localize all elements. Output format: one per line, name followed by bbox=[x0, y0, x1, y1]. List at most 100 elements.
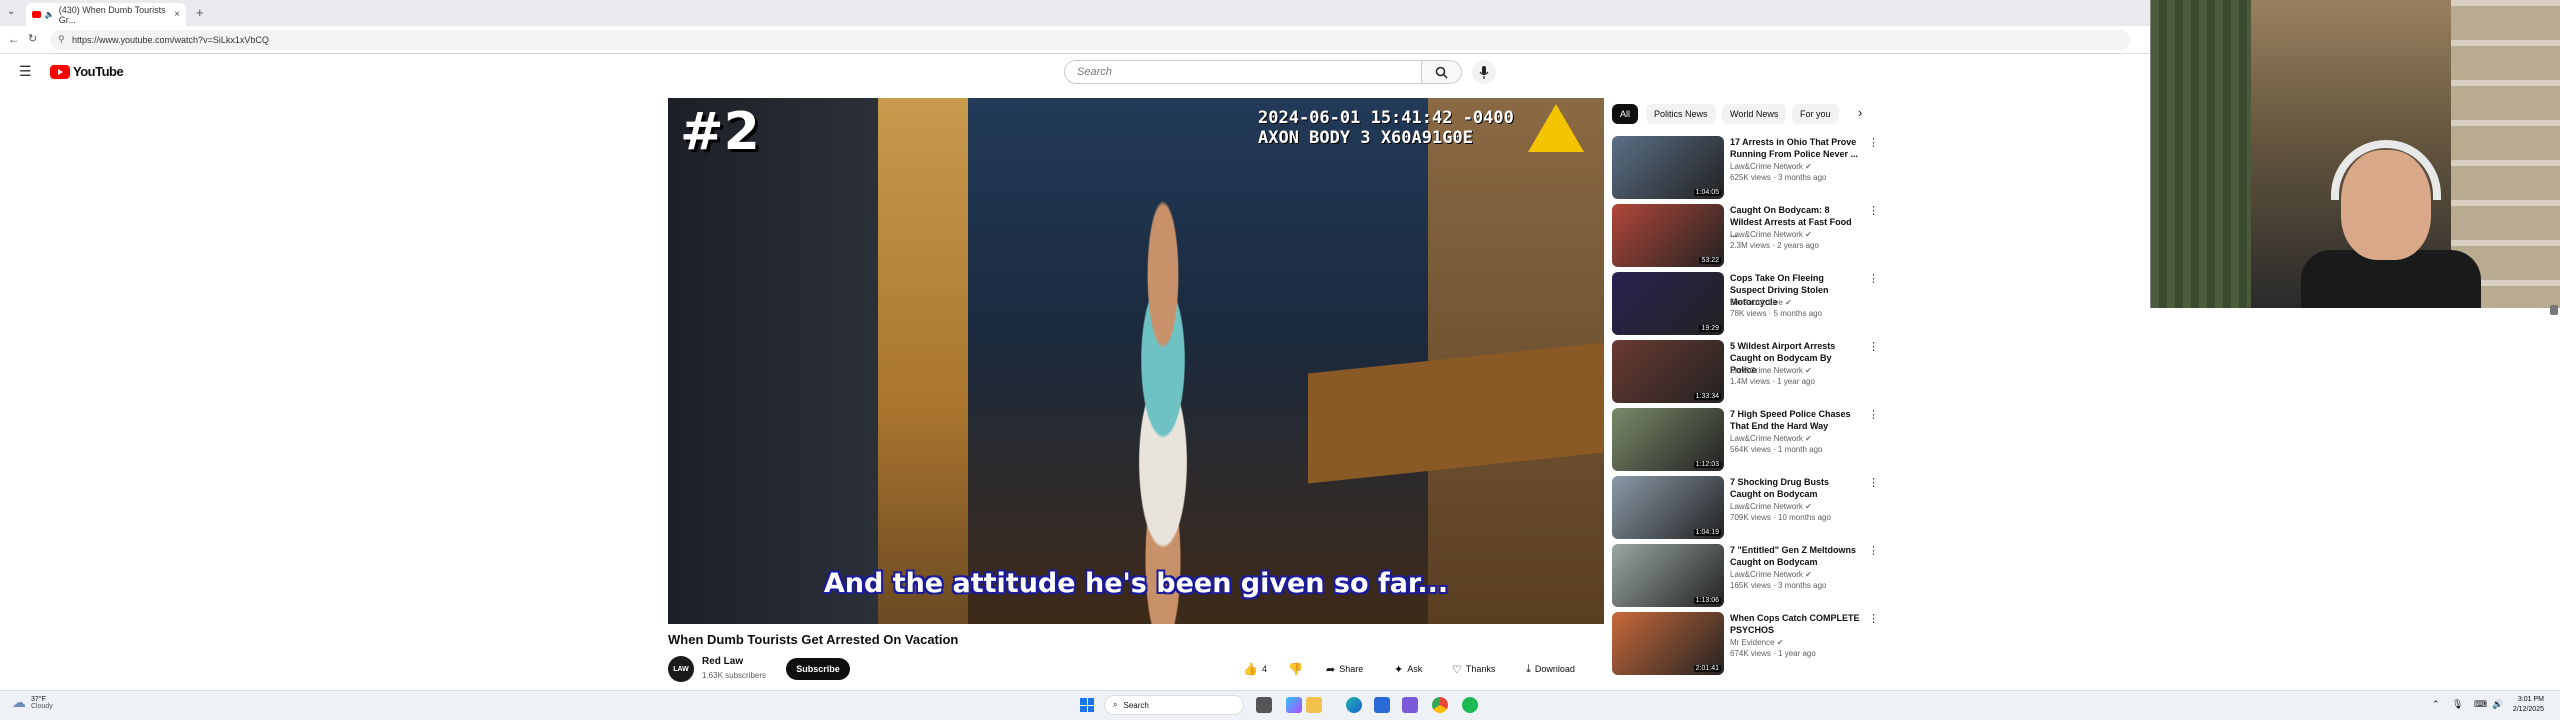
recommendation-item[interactable]: 1:12:03 7 High Speed Police Chases That E… bbox=[1612, 408, 1882, 472]
recommendation-thumbnail[interactable]: 1:12:03 bbox=[1612, 408, 1724, 471]
tab-list-chevron-icon[interactable]: ⌄ bbox=[7, 6, 15, 17]
recommendation-channel[interactable]: Law&Crime Network ✔ bbox=[1730, 570, 1812, 579]
thumbs-down-icon: 👎 bbox=[1288, 662, 1303, 676]
video-duration: 19:29 bbox=[1699, 325, 1721, 332]
recommendation-title[interactable]: 7 "Entitled" Gen Z Meltdowns Caught on B… bbox=[1730, 544, 1860, 568]
hamburger-menu-icon[interactable]: ☰ bbox=[19, 63, 32, 80]
recommendation-channel[interactable]: Law&Crime Network ✔ bbox=[1730, 230, 1812, 239]
recommendation-thumbnail[interactable]: 1:13:06 bbox=[1612, 544, 1724, 607]
weather-widget[interactable]: ☁ 37°F Cloudy bbox=[12, 694, 53, 711]
recommendation-thumbnail[interactable]: 2:01:41 bbox=[1612, 612, 1724, 675]
network-icon[interactable]: ⌨ bbox=[2474, 699, 2487, 710]
recommendation-item[interactable]: 19:29 Cops Take On Fleeing Suspect Drivin… bbox=[1612, 272, 1882, 336]
recommendation-thumbnail[interactable]: 1:04:19 bbox=[1612, 476, 1724, 539]
dislike-button[interactable]: 👎 bbox=[1288, 658, 1303, 680]
recommendation-item[interactable]: 2:01:41 When Cops Catch COMPLETE PSYCHOS M… bbox=[1612, 612, 1882, 676]
chrome-icon[interactable] bbox=[1432, 697, 1448, 713]
task-view-icon[interactable] bbox=[1256, 697, 1272, 713]
recommendation-title[interactable]: 17 Arrests in Ohio That Prove Running Fr… bbox=[1730, 136, 1860, 160]
chips-next-chevron-icon[interactable]: › bbox=[1858, 105, 1862, 120]
youtube-logo[interactable]: YouTube bbox=[50, 64, 124, 79]
browser-tab-active[interactable]: 🔈 (430) When Dumb Tourists Gr... × bbox=[26, 3, 186, 26]
webcam-curtain bbox=[2151, 0, 2251, 308]
chip-world-news[interactable]: World News bbox=[1722, 104, 1787, 124]
app-icon[interactable] bbox=[1402, 697, 1418, 713]
more-options-icon[interactable]: ⋮ bbox=[1868, 408, 1879, 421]
subscriber-count: 1.63K subscribers bbox=[702, 671, 767, 680]
recommendation-item[interactable]: 1:04:05 17 Arrests in Ohio That Prove Run… bbox=[1612, 136, 1882, 200]
edge-browser-icon[interactable] bbox=[1346, 697, 1362, 713]
download-label: Download bbox=[1534, 664, 1575, 674]
new-tab-button[interactable]: + bbox=[196, 5, 204, 20]
channel-name[interactable]: Red Law bbox=[702, 656, 743, 667]
url-field[interactable]: ⚲ https://www.youtube.com/watch?v=SiLkx1… bbox=[50, 30, 2130, 50]
recommendation-channel[interactable]: On Patrol: Live ✔ bbox=[1730, 298, 1792, 307]
thumbs-up-icon: 👍 bbox=[1243, 662, 1258, 676]
volume-icon[interactable]: 🔊 bbox=[2492, 699, 2503, 710]
spotify-icon[interactable] bbox=[1462, 697, 1478, 713]
more-options-icon[interactable]: ⋮ bbox=[1868, 476, 1879, 489]
clock-time: 3:01 PM bbox=[2517, 696, 2544, 703]
download-button[interactable]: ⤓ Download bbox=[1526, 658, 1575, 680]
recommendation-channel[interactable]: Law&Crime Network ✔ bbox=[1730, 366, 1812, 375]
video-player[interactable]: #2 2024-06-01 15:41:42 -0400 AXON BODY 3… bbox=[668, 98, 1604, 624]
file-explorer-icon[interactable] bbox=[1306, 697, 1322, 713]
recommendation-title[interactable]: When Cops Catch COMPLETE PSYCHOS bbox=[1730, 612, 1860, 636]
recommendation-item[interactable]: 53:22 Caught On Bodycam: 8 Wildest Arrest… bbox=[1612, 204, 1882, 268]
recommendation-channel[interactable]: Law&Crime Network ✔ bbox=[1730, 434, 1812, 443]
recommendation-thumbnail[interactable]: 1:04:05 bbox=[1612, 136, 1724, 199]
more-options-icon[interactable]: ⋮ bbox=[1868, 136, 1879, 149]
mic-tray-icon[interactable]: 🎙 bbox=[2452, 699, 2463, 710]
more-options-icon[interactable]: ⋮ bbox=[1868, 204, 1879, 217]
more-options-icon[interactable]: ⋮ bbox=[1868, 340, 1879, 353]
site-info-icon[interactable]: ⚲ bbox=[58, 34, 65, 45]
weather-desc: Cloudy bbox=[31, 702, 53, 710]
chip-all[interactable]: All bbox=[1612, 104, 1639, 124]
voice-search-button[interactable] bbox=[1472, 60, 1496, 84]
chip-politics-news[interactable]: Politics News bbox=[1646, 104, 1716, 124]
ask-button[interactable]: ✦ Ask bbox=[1394, 658, 1422, 680]
taskbar-search-icon: ⌕ bbox=[1113, 700, 1118, 709]
search-input[interactable]: Search bbox=[1064, 60, 1422, 84]
more-options-icon[interactable]: ⋮ bbox=[1868, 272, 1879, 285]
clock[interactable]: 3:01 PM 2/12/2025 bbox=[2508, 695, 2544, 715]
video-duration: 1:33:34 bbox=[1693, 393, 1721, 400]
recommendation-thumbnail[interactable]: 1:33:34 bbox=[1612, 340, 1724, 403]
tray-chevron-icon[interactable]: ⌃ bbox=[2432, 699, 2440, 710]
bodycam-timestamp-line2: AXON BODY 3 X60A91G0E bbox=[1258, 128, 1473, 148]
like-button[interactable]: 👍 4 bbox=[1243, 658, 1267, 680]
share-button[interactable]: ➦ Share bbox=[1326, 658, 1363, 680]
search-button[interactable] bbox=[1422, 60, 1462, 84]
recommendation-item[interactable]: 1:13:06 7 "Entitled" Gen Z Meltdowns Caug… bbox=[1612, 544, 1882, 608]
page-scrollbar[interactable] bbox=[2550, 305, 2558, 315]
back-arrow-icon[interactable]: ← bbox=[8, 32, 20, 46]
recommendation-channel[interactable]: Mr Evidence ✔ bbox=[1730, 638, 1783, 647]
store-icon[interactable] bbox=[1374, 697, 1390, 713]
recommendation-thumbnail[interactable]: 19:29 bbox=[1612, 272, 1724, 335]
reload-icon[interactable]: ↻ bbox=[28, 32, 37, 45]
video-duration: 1:12:03 bbox=[1693, 461, 1721, 468]
windows-logo-icon bbox=[1080, 698, 1087, 705]
recommendation-title[interactable]: 7 Shocking Drug Busts Caught on Bodycam bbox=[1730, 476, 1860, 500]
recommendation-channel[interactable]: Law&Crime Network ✔ bbox=[1730, 162, 1812, 171]
recommendation-item[interactable]: 1:04:19 7 Shocking Drug Busts Caught on B… bbox=[1612, 476, 1882, 540]
taskbar-search-box[interactable]: ⌕ Search bbox=[1104, 695, 1244, 715]
copilot-icon[interactable] bbox=[1286, 697, 1302, 713]
taskbar-search-label: Search bbox=[1123, 700, 1149, 710]
chip-for-you[interactable]: For you bbox=[1792, 104, 1839, 124]
subscribe-button[interactable]: Subscribe bbox=[786, 658, 850, 680]
recommendation-item[interactable]: 1:33:34 5 Wildest Airport Arrests Caught … bbox=[1612, 340, 1882, 404]
recommendation-thumbnail[interactable]: 53:22 bbox=[1612, 204, 1724, 267]
recommendation-channel[interactable]: Law&Crime Network ✔ bbox=[1730, 502, 1812, 511]
more-options-icon[interactable]: ⋮ bbox=[1868, 612, 1879, 625]
start-button[interactable] bbox=[1080, 698, 1094, 712]
bodycam-timestamp: 2024-06-01 15:41:42 -0400 AXON BODY 3 X6… bbox=[1258, 108, 1514, 148]
tab-close-icon[interactable]: × bbox=[174, 9, 180, 20]
thanks-button[interactable]: ♡ Thanks bbox=[1452, 658, 1495, 680]
recommendation-meta: 625K views · 3 months ago bbox=[1730, 173, 1827, 182]
channel-avatar[interactable]: LAW bbox=[668, 656, 694, 682]
recommendation-meta: 165K views · 3 months ago bbox=[1730, 581, 1827, 590]
recommendation-channel-name: Law&Crime Network bbox=[1730, 162, 1803, 171]
recommendation-title[interactable]: 7 High Speed Police Chases That End the … bbox=[1730, 408, 1860, 432]
more-options-icon[interactable]: ⋮ bbox=[1868, 544, 1879, 557]
